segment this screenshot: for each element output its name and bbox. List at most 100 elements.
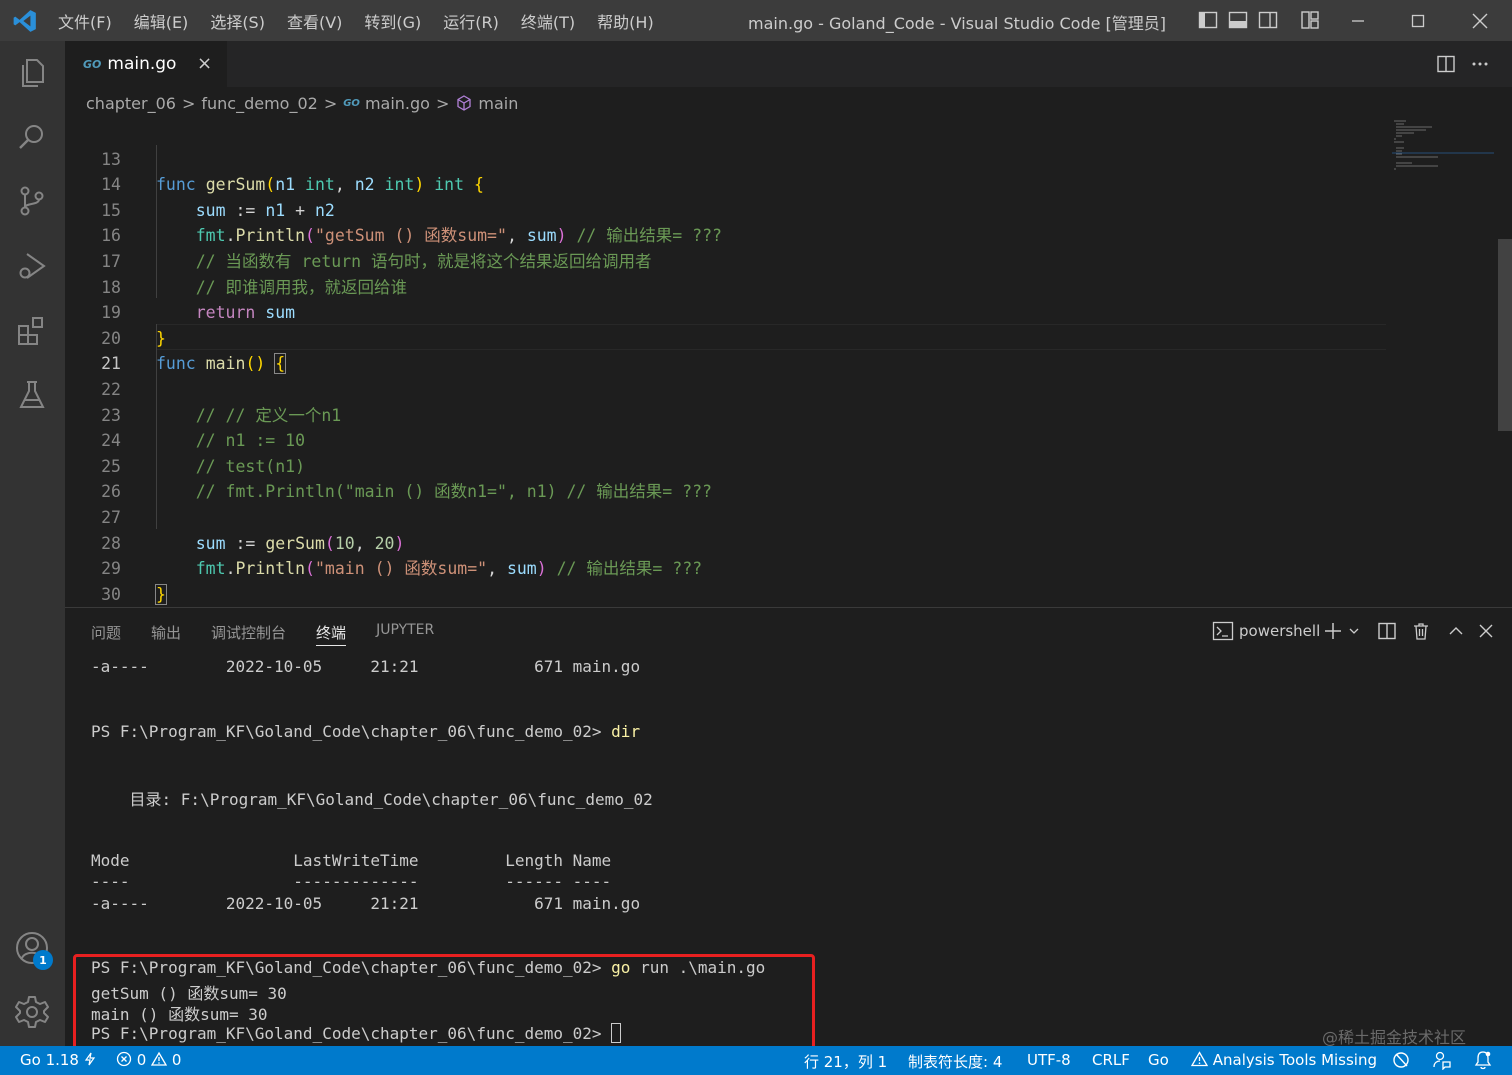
plus-icon — [1325, 623, 1341, 639]
cursor-position[interactable]: 行 21，列 1 — [804, 1051, 887, 1072]
language-mode[interactable]: Go — [1148, 1051, 1169, 1069]
customize-layout-icon[interactable] — [1300, 10, 1320, 30]
tab-debug-console[interactable]: 调试控制台 — [211, 622, 286, 646]
go-version-item[interactable]: Go 1.18 — [20, 1051, 96, 1069]
analysis-tools-label: Analysis Tools Missing — [1212, 1051, 1378, 1069]
breadcrumb-separator: > — [323, 93, 338, 113]
breadcrumb-folder[interactable]: chapter_06 — [86, 94, 176, 113]
live-share-button[interactable] — [1391, 1050, 1411, 1074]
tab-label: main.go — [107, 54, 177, 74]
maximize-button[interactable] — [1396, 0, 1440, 41]
scrollbar-thumb[interactable] — [1498, 239, 1512, 431]
run-debug-icon — [19, 253, 46, 279]
menu-go[interactable]: 转到(G) — [364, 9, 421, 33]
breadcrumb-separator: > — [435, 93, 450, 113]
lightning-icon — [84, 1052, 95, 1066]
shell-name: powershell — [1239, 622, 1321, 640]
split-editor-button[interactable] — [1435, 53, 1457, 75]
code-line: 15 fmt.Println("getSum () 函数sum=", sum) … — [65, 172, 1385, 246]
testing-button[interactable] — [12, 375, 52, 415]
panel-tabs: 问题 输出 调试控制台 终端 JUPYTER — [91, 622, 464, 646]
menu-selection[interactable]: 选择(S) — [210, 9, 265, 33]
code-line: 20 func main() { — [65, 300, 1385, 375]
breadcrumb-subfolder[interactable]: func_demo_02 — [201, 94, 317, 113]
minimize-icon — [1352, 19, 1364, 22]
breadcrumb-file[interactable]: main.go — [365, 94, 430, 113]
menu-bar: 文件(F) 编辑(E) 选择(S) 查看(V) 转到(G) 运行(R) 终端(T… — [58, 0, 676, 41]
maximize-panel-button[interactable] — [1447, 618, 1465, 644]
breadcrumb-symbol[interactable]: main — [478, 94, 518, 113]
terminal-shell-selector[interactable]: powershell — [1212, 618, 1320, 644]
feedback-icon — [1433, 1051, 1451, 1071]
chevron-down-icon[interactable] — [1347, 624, 1361, 638]
maximize-icon — [1411, 14, 1425, 27]
code-line: 27 sum := gerSum(10, 20) — [65, 479, 1385, 553]
source-control-button[interactable] — [12, 181, 52, 221]
menu-run[interactable]: 运行(R) — [443, 9, 499, 33]
code-line: 26 — [65, 454, 1385, 501]
minimap[interactable] — [1392, 119, 1496, 179]
kill-terminal-button[interactable] — [1411, 618, 1431, 644]
close-panel-button[interactable] — [1477, 618, 1495, 644]
new-terminal-button[interactable] — [1323, 618, 1361, 644]
files-icon — [22, 59, 44, 87]
close-tab-icon[interactable]: × — [197, 53, 212, 74]
minimize-button[interactable] — [1336, 0, 1380, 41]
breadcrumb: chapter_06 > func_demo_02 > GO main.go >… — [65, 87, 1512, 119]
toggle-secondary-sidebar-icon[interactable] — [1258, 10, 1278, 30]
symbol-function-icon — [457, 95, 472, 111]
code-line: 19 } — [65, 275, 1385, 348]
activity-bar: 1 — [0, 41, 65, 1046]
analysis-tools-item[interactable]: Analysis Tools Missing — [1190, 1051, 1378, 1069]
terminal-line: -a---- 2022-10-05 21:21 671 main.go — [91, 657, 641, 676]
problems-item[interactable]: 0 0 — [116, 1051, 181, 1069]
search-icon — [19, 125, 43, 149]
menu-file[interactable]: 文件(F) — [58, 9, 112, 33]
code-line: 17 // 即谁调用我，就返回给谁 — [65, 223, 1385, 297]
vscode-logo-icon — [13, 10, 36, 32]
menu-edit[interactable]: 编辑(E) — [134, 9, 189, 33]
manage-button[interactable] — [12, 992, 52, 1032]
run-debug-button[interactable] — [12, 246, 52, 286]
menu-terminal[interactable]: 终端(T) — [521, 9, 575, 33]
line-number: 30 — [101, 584, 121, 604]
terminal-line: ---- ------------- ------ ---- — [91, 872, 612, 891]
close-icon — [1472, 13, 1488, 28]
code-line: 29 } — [65, 531, 1385, 605]
go-file-icon: GO — [343, 97, 360, 109]
tab-terminal[interactable]: 终端 — [316, 622, 347, 646]
gear-icon — [15, 996, 49, 1028]
broadcast-off-icon — [1393, 1052, 1409, 1068]
line-ending[interactable]: CRLF — [1092, 1051, 1130, 1069]
tab-main-go[interactable]: GO main.go × — [65, 41, 227, 87]
window-title: main.go - Goland_Code - Visual Studio Co… — [748, 14, 1167, 33]
editor-scrollbar[interactable] — [1494, 119, 1512, 606]
close-window-button[interactable] — [1458, 0, 1502, 41]
toggle-panel-icon[interactable] — [1228, 10, 1248, 30]
code-line: 18 return sum — [65, 249, 1385, 323]
search-button[interactable] — [12, 117, 52, 157]
toggle-primary-sidebar-icon[interactable] — [1198, 10, 1218, 30]
code-line-active: 21 — [65, 326, 1385, 373]
encoding[interactable]: UTF-8 — [1027, 1051, 1071, 1069]
feedback-button[interactable] — [1432, 1050, 1452, 1074]
menu-help[interactable]: 帮助(H) — [597, 9, 654, 33]
tab-jupyter[interactable]: JUPYTER — [376, 622, 434, 646]
warning-count: 0 — [171, 1051, 182, 1069]
code-editor[interactable]: 13 func gerSum(n1 int, n2 int) int { 14 … — [65, 119, 1512, 606]
bell-icon — [1474, 1051, 1492, 1070]
breadcrumb-separator: > — [181, 93, 196, 113]
code-line: 22 // // 定义一个n1 — [65, 351, 1385, 425]
split-terminal-button[interactable] — [1377, 618, 1397, 644]
code-line: 13 func gerSum(n1 int, n2 int) int { — [65, 121, 1385, 195]
close-icon — [1479, 624, 1493, 638]
notifications-button[interactable] — [1474, 1050, 1492, 1074]
tab-output[interactable]: 输出 — [151, 622, 181, 646]
extensions-button[interactable] — [12, 311, 52, 351]
menu-view[interactable]: 查看(V) — [287, 9, 342, 33]
warning-icon — [1190, 1051, 1209, 1067]
more-actions-button[interactable] — [1469, 53, 1491, 75]
tab-size[interactable]: 制表符长度: 4 — [908, 1051, 1002, 1072]
tab-problems[interactable]: 问题 — [91, 622, 121, 646]
explorer-button[interactable] — [12, 53, 52, 93]
